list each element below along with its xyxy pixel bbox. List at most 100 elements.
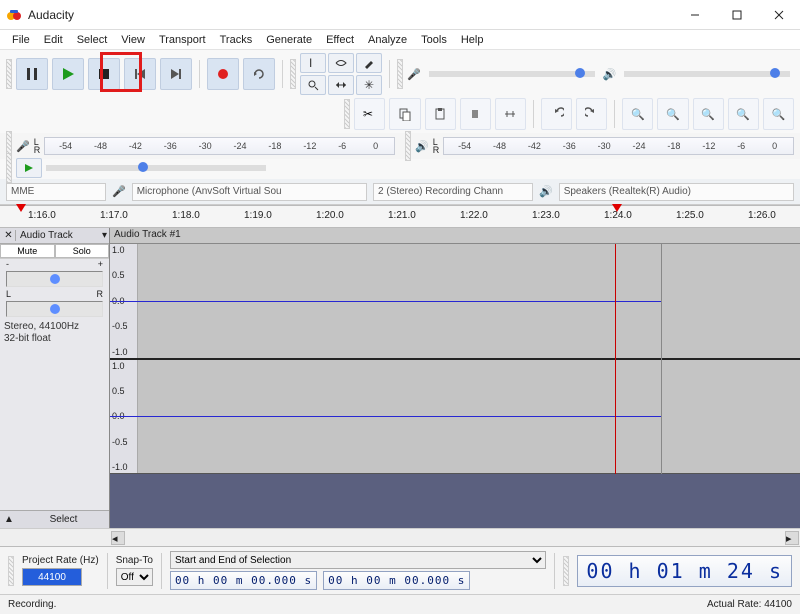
play-cursor <box>615 244 616 474</box>
play-at-speed-button[interactable] <box>16 158 42 178</box>
selection-start-timecode[interactable]: 00 h 00 m 00.000 s <box>170 571 317 590</box>
snap-to-select[interactable]: Off <box>116 568 153 586</box>
skip-start-button[interactable] <box>124 58 156 90</box>
meter-tick: -6 <box>737 141 745 151</box>
play-volume-slider[interactable] <box>624 71 790 77</box>
redo-button[interactable] <box>576 98 607 130</box>
paste-button[interactable] <box>425 98 456 130</box>
meter-tick: -12 <box>303 141 316 151</box>
undo-button[interactable] <box>541 98 572 130</box>
menu-transport[interactable]: Transport <box>153 32 212 48</box>
record-meter[interactable]: -54 -48 -42 -36 -30 -24 -18 -12 -6 0 <box>44 137 395 155</box>
menu-effect[interactable]: Effect <box>320 32 360 48</box>
clip-title[interactable]: Audio Track #1 <box>110 228 800 244</box>
toolbar-grip[interactable] <box>344 99 350 129</box>
silence-button[interactable] <box>495 98 526 130</box>
mute-button[interactable]: Mute <box>0 244 55 258</box>
track-close-button[interactable]: ✕ <box>2 230 16 241</box>
pause-button[interactable] <box>16 58 48 90</box>
zoom-selection-button[interactable]: 🔍 <box>693 98 724 130</box>
envelope-tool-button[interactable] <box>328 53 354 73</box>
stop-button[interactable] <box>88 58 120 90</box>
rec-volume-slider[interactable] <box>429 71 595 77</box>
gain-slider[interactable] <box>6 271 103 287</box>
record-channels-select[interactable]: 2 (Stereo) Recording Chann <box>373 183 533 201</box>
track-control-panel[interactable]: ✕ Audio Track ▾ Mute Solo -+ LR Stereo, … <box>0 228 110 528</box>
ruler-label: 1:23.0 <box>532 210 560 221</box>
play-meter[interactable]: -54 -48 -42 -36 -30 -24 -18 -12 -6 0 <box>443 137 794 155</box>
selection-end-timecode[interactable]: 00 h 00 m 00.000 s <box>323 571 470 590</box>
scroll-right-button[interactable]: ▸ <box>785 531 799 545</box>
menu-generate[interactable]: Generate <box>260 32 318 48</box>
menu-edit[interactable]: Edit <box>38 32 69 48</box>
device-toolbar: MME 🎤 Microphone (AnvSoft Virtual Sou 2 … <box>0 179 800 205</box>
scroll-left-button[interactable]: ◂ <box>111 531 125 545</box>
menu-view[interactable]: View <box>115 32 151 48</box>
timeline-ruler[interactable]: 1:16.0 1:17.0 1:18.0 1:19.0 1:20.0 1:21.… <box>0 206 800 228</box>
pan-slider[interactable] <box>6 301 103 317</box>
input-device-select[interactable]: Microphone (AnvSoft Virtual Sou <box>132 183 367 201</box>
play-button[interactable] <box>52 58 84 90</box>
solo-button[interactable]: Solo <box>55 244 110 258</box>
meter-tick: -42 <box>129 141 142 151</box>
meter-tick: -48 <box>94 141 107 151</box>
menu-help[interactable]: Help <box>455 32 490 48</box>
horizontal-scrollbar[interactable]: ◂ ▸ <box>0 528 800 546</box>
channel-left[interactable]: 1.00.50.0-0.5-1.0 <box>110 244 800 360</box>
record-button[interactable] <box>207 58 239 90</box>
output-device-select[interactable]: Speakers (Realtek(R) Audio) <box>559 183 794 201</box>
toolbar-grip[interactable] <box>6 153 12 183</box>
mic-icon: 🎤 <box>112 185 126 198</box>
collapse-button[interactable]: ▲ <box>0 514 18 525</box>
minimize-button[interactable] <box>674 1 716 29</box>
audio-position-timecode[interactable]: 00 h 01 m 24 s <box>577 555 792 587</box>
close-button[interactable] <box>758 1 800 29</box>
skip-end-button[interactable] <box>160 58 192 90</box>
timeshift-tool-button[interactable] <box>328 75 354 95</box>
quickplay-start-marker[interactable] <box>16 204 26 212</box>
menu-file[interactable]: File <box>6 32 36 48</box>
maximize-button[interactable] <box>716 1 758 29</box>
menu-analyze[interactable]: Analyze <box>362 32 413 48</box>
selection-mode-select[interactable]: Start and End of Selection <box>170 551 546 569</box>
trim-button[interactable] <box>460 98 491 130</box>
multi-tool-button[interactable]: ✳ <box>356 75 382 95</box>
loop-button[interactable] <box>243 58 275 90</box>
zoom-out-button[interactable]: 🔍 <box>657 98 688 130</box>
waveform-area[interactable]: Audio Track #1 1.00.50.0-0.5-1.0 1.00.50… <box>110 228 800 528</box>
meter-tick: -18 <box>667 141 680 151</box>
project-rate-input[interactable] <box>22 568 82 586</box>
selection-tool-button[interactable]: I <box>300 53 326 73</box>
channel-right[interactable]: 1.00.50.0-0.5-1.0 <box>110 360 800 475</box>
toolbar-grip[interactable] <box>405 131 411 161</box>
mic-icon: 🎤 <box>16 140 30 153</box>
track-area: ✕ Audio Track ▾ Mute Solo -+ LR Stereo, … <box>0 228 800 528</box>
audio-host-select[interactable]: MME <box>6 183 106 201</box>
toolbar-grip[interactable] <box>290 59 296 89</box>
draw-tool-button[interactable] <box>356 53 382 73</box>
track-dropdown[interactable]: Audio Track <box>16 230 102 241</box>
toolbar-grip[interactable] <box>563 556 569 586</box>
toolbar-grip[interactable] <box>6 59 12 89</box>
pan-r-label: R <box>97 289 104 299</box>
menu-select[interactable]: Select <box>71 32 114 48</box>
toolbar-grip[interactable] <box>397 59 403 89</box>
zoom-in-button[interactable]: 🔍 <box>622 98 653 130</box>
zoom-tool-button[interactable] <box>300 75 326 95</box>
ruler-label: 1:21.0 <box>388 210 416 221</box>
copy-button[interactable] <box>389 98 420 130</box>
toolbar-grip[interactable] <box>8 556 14 586</box>
empty-track-space[interactable] <box>110 474 800 528</box>
menu-tools[interactable]: Tools <box>415 32 453 48</box>
cut-button[interactable]: ✂ <box>354 98 385 130</box>
zoom-fit-button[interactable]: 🔍 <box>763 98 794 130</box>
track-select-button[interactable]: Select <box>18 514 109 525</box>
meter-tick: -54 <box>458 141 471 151</box>
meter-tick: 0 <box>373 141 378 151</box>
zoom-toggle-button[interactable]: 🔍 <box>728 98 759 130</box>
menu-tracks[interactable]: Tracks <box>214 32 259 48</box>
track-info: Stereo, 44100Hz 32-bit float <box>0 319 109 347</box>
play-speed-slider[interactable] <box>46 165 266 171</box>
meter-tick: -24 <box>234 141 247 151</box>
svg-text:✳: ✳ <box>364 79 374 91</box>
